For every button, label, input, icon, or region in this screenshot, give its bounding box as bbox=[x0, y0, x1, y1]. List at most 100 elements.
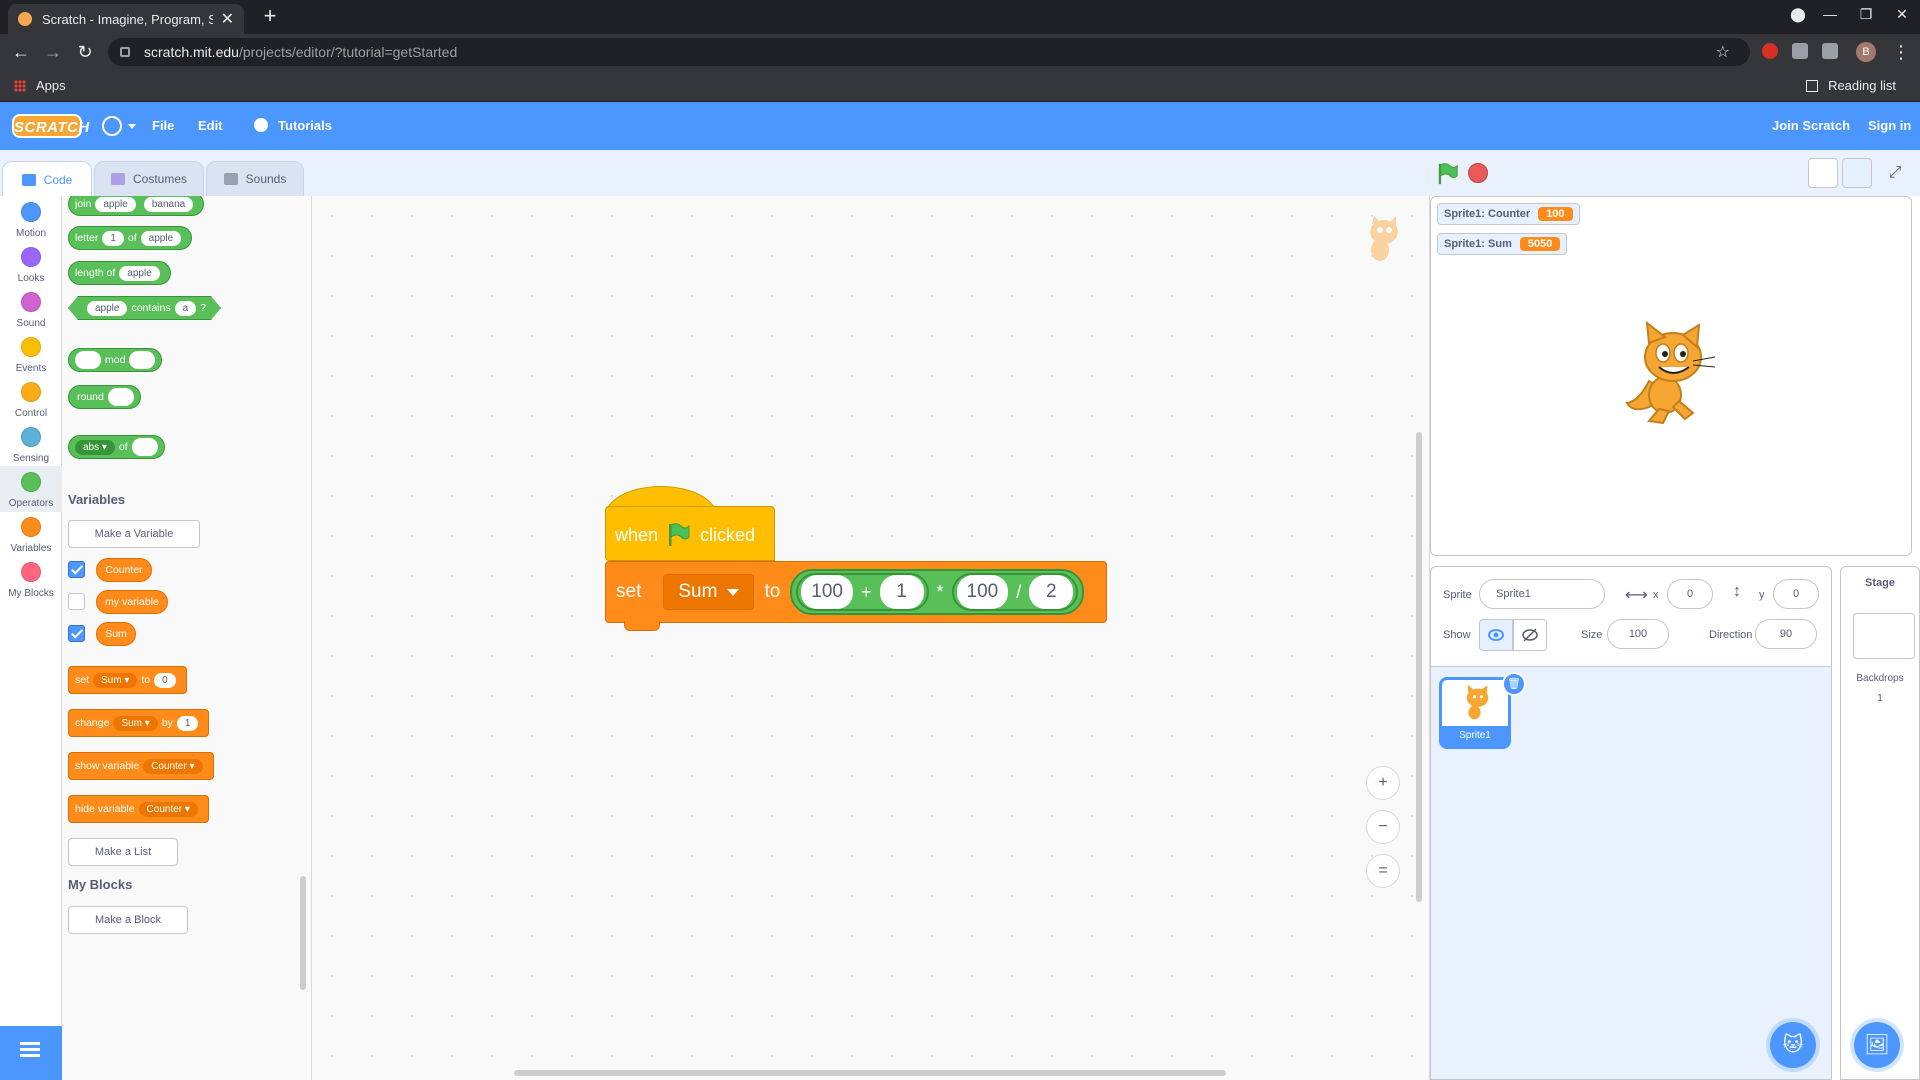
close-window-icon[interactable]: ✕ bbox=[1888, 6, 1916, 23]
tab-sounds[interactable]: Sounds bbox=[206, 161, 304, 196]
x-input[interactable]: 0 bbox=[1667, 579, 1713, 609]
abs-of-block[interactable]: abs ▾ of bbox=[68, 435, 165, 459]
category-my-blocks[interactable]: My Blocks bbox=[0, 562, 62, 599]
add-extension-button[interactable] bbox=[0, 1026, 62, 1080]
variable-dropdown[interactable]: Sum ▾ bbox=[113, 715, 158, 731]
size-input[interactable]: 100 bbox=[1607, 619, 1669, 649]
address-bar[interactable]: scratch.mit.edu/projects/editor/?tutoria… bbox=[108, 38, 1750, 66]
round-block[interactable]: round bbox=[68, 385, 141, 409]
choose-backdrop-button[interactable]: 🖼 bbox=[1854, 1022, 1900, 1068]
workspace-horizontal-scrollbar[interactable] bbox=[514, 1070, 1226, 1076]
zoom-reset-button[interactable]: = bbox=[1366, 854, 1400, 888]
zoom-out-button[interactable]: − bbox=[1366, 810, 1400, 844]
my-variable-checkbox[interactable] bbox=[68, 593, 85, 610]
workspace-vertical-scrollbar[interactable] bbox=[1416, 432, 1422, 902]
forward-icon[interactable]: → bbox=[42, 41, 64, 63]
stage-thumbnail[interactable] bbox=[1853, 613, 1915, 659]
restore-icon[interactable]: ❐ bbox=[1852, 6, 1880, 23]
stop-button[interactable] bbox=[1468, 163, 1488, 183]
scratch-cat-sprite[interactable] bbox=[1619, 321, 1719, 425]
block-input[interactable]: apple bbox=[95, 196, 136, 212]
extension-red-icon[interactable] bbox=[1762, 43, 1778, 59]
profile-avatar[interactable]: B bbox=[1856, 42, 1876, 62]
variable-dropdown[interactable]: Counter ▾ bbox=[138, 801, 198, 817]
set-sum-block[interactable]: set Sum to 100 + 1 * 100 / 2 bbox=[605, 561, 1107, 631]
fullscreen-icon[interactable]: ⤢ bbox=[1880, 158, 1910, 188]
reading-list-button[interactable]: Reading list bbox=[1806, 78, 1896, 93]
multiply-operator-block[interactable]: 100 + 1 * 100 / 2 bbox=[790, 569, 1085, 615]
set-variable-block[interactable]: set Sum ▾ to 0 bbox=[68, 666, 187, 694]
block-input[interactable] bbox=[75, 351, 101, 369]
code-workspace[interactable]: when clicked set Sum to 100 + 1 * 100 / bbox=[312, 196, 1430, 1080]
block-input[interactable]: apple bbox=[140, 230, 182, 246]
zoom-in-button[interactable]: + bbox=[1366, 766, 1400, 800]
join-block[interactable]: join apple banana bbox=[68, 196, 205, 216]
tab-code[interactable]: Code bbox=[2, 161, 92, 197]
extensions-puzzle-icon[interactable] bbox=[1792, 43, 1808, 59]
category-events[interactable]: Events bbox=[0, 337, 62, 374]
category-motion[interactable]: Motion bbox=[0, 202, 62, 239]
bookmark-star-icon[interactable]: ☆ bbox=[1716, 42, 1730, 62]
minimize-icon[interactable]: — bbox=[1816, 6, 1844, 22]
tutorials-menu[interactable]: Tutorials bbox=[278, 118, 332, 133]
show-variable-block[interactable]: show variable Counter ▾ bbox=[68, 752, 214, 780]
variable-sum[interactable]: Sum bbox=[96, 622, 136, 646]
variable-dropdown[interactable]: Sum ▾ bbox=[93, 672, 138, 688]
choose-sprite-button[interactable]: 🐱 bbox=[1770, 1022, 1816, 1068]
block-input[interactable]: banana bbox=[143, 196, 194, 212]
block-input[interactable]: a bbox=[175, 301, 197, 316]
apps-bookmark[interactable]: Apps bbox=[14, 78, 66, 93]
stage[interactable]: Sprite1: Counter 100 Sprite1: Sum 5050 bbox=[1430, 196, 1912, 556]
counter-checkbox[interactable] bbox=[68, 561, 85, 578]
language-globe-icon[interactable] bbox=[102, 116, 136, 136]
profile-menu-icon[interactable]: ⬤ bbox=[1784, 6, 1812, 23]
number-input[interactable]: 1 bbox=[879, 575, 924, 609]
block-input[interactable]: apple bbox=[87, 301, 127, 316]
divide-operator-block[interactable]: 100 / 2 bbox=[951, 573, 1079, 611]
sprite-name-input[interactable]: Sprite1 bbox=[1479, 579, 1605, 609]
block-input[interactable] bbox=[107, 388, 134, 406]
number-input[interactable]: 2 bbox=[1029, 575, 1074, 609]
make-list-button[interactable]: Make a List bbox=[68, 838, 178, 866]
edit-menu[interactable]: Edit bbox=[198, 118, 223, 133]
category-variables[interactable]: Variables bbox=[0, 517, 62, 554]
block-input[interactable]: 1 bbox=[176, 715, 199, 731]
number-input[interactable]: 100 bbox=[801, 575, 853, 609]
sign-in-link[interactable]: Sign in bbox=[1868, 118, 1911, 133]
hide-variable-block[interactable]: hide variable Counter ▾ bbox=[68, 795, 209, 823]
block-input[interactable] bbox=[131, 438, 158, 456]
variable-counter[interactable]: Counter bbox=[96, 558, 152, 582]
tab-costumes[interactable]: Costumes bbox=[94, 161, 204, 196]
variable-my-variable[interactable]: my variable bbox=[96, 590, 168, 614]
browser-menu-icon[interactable]: ⋮ bbox=[1890, 41, 1912, 63]
number-input[interactable]: 100 bbox=[956, 575, 1009, 609]
normal-stage-button[interactable] bbox=[1842, 158, 1872, 188]
when-flag-clicked-block[interactable]: when clicked bbox=[605, 486, 775, 561]
make-block-button[interactable]: Make a Block bbox=[68, 906, 188, 934]
join-scratch-link[interactable]: Join Scratch bbox=[1772, 118, 1850, 133]
small-stage-button[interactable] bbox=[1808, 158, 1838, 188]
function-dropdown[interactable]: abs ▾ bbox=[75, 439, 115, 455]
category-sound[interactable]: Sound bbox=[0, 292, 62, 329]
sum-checkbox[interactable] bbox=[68, 625, 85, 642]
tab-close-icon[interactable]: ✕ bbox=[221, 9, 234, 29]
category-sensing[interactable]: Sensing bbox=[0, 427, 62, 464]
show-visible-button[interactable] bbox=[1479, 619, 1513, 651]
palette-scrollbar[interactable] bbox=[300, 876, 306, 990]
media-queue-icon[interactable] bbox=[1822, 43, 1838, 59]
category-looks[interactable]: Looks bbox=[0, 247, 62, 284]
delete-sprite-trash-icon[interactable]: 🗑 bbox=[1502, 672, 1526, 696]
file-menu[interactable]: File bbox=[152, 118, 174, 133]
browser-tab[interactable]: Scratch - Imagine, Program, Shar ✕ bbox=[8, 4, 244, 34]
change-variable-block[interactable]: change Sum ▾ by 1 bbox=[68, 709, 210, 737]
block-input[interactable]: apple bbox=[119, 265, 160, 281]
contains-block[interactable]: apple contains a ? bbox=[68, 296, 221, 320]
variable-dropdown[interactable]: Sum bbox=[663, 574, 755, 610]
category-operators[interactable]: Operators bbox=[0, 466, 62, 512]
new-tab-button[interactable]: + bbox=[258, 4, 282, 28]
block-input[interactable]: 0 bbox=[154, 672, 176, 688]
stage-target-pane[interactable]: Stage Backdrops 1 bbox=[1840, 566, 1920, 1080]
block-input[interactable] bbox=[129, 351, 156, 369]
back-icon[interactable]: ← bbox=[10, 41, 32, 63]
show-hidden-button[interactable] bbox=[1513, 619, 1547, 651]
